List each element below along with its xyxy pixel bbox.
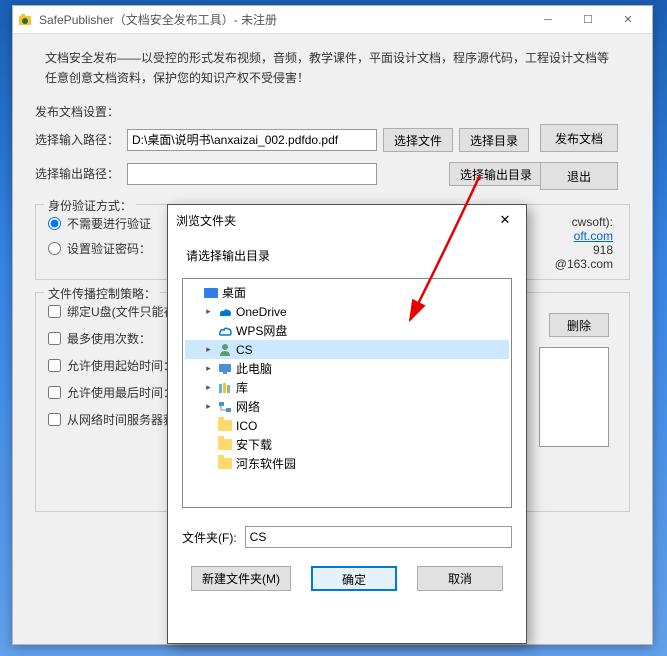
titlebar[interactable]: SafePublisher（文档安全发布工具）- 未注册 ─ ☐ ✕ [13,6,652,34]
tree-item-库[interactable]: ▸库 [185,378,509,397]
dialog-title: 浏览文件夹 [176,212,492,229]
ok-button[interactable]: 确定 [311,566,397,591]
output-path-label: 选择输出路径： [35,165,121,182]
tree-item-此电脑[interactable]: ▸ 此电脑 [185,359,509,378]
folder-tree[interactable]: 桌面▸OneDriveWPS网盘▸CS▸此电脑▸库▸网络ICO安下载河东软件园 [182,278,512,508]
spread-legend: 文件传播控制策略： [44,285,160,302]
folder-field[interactable] [245,526,512,548]
tree-item-OneDrive[interactable]: ▸ OneDrive [185,302,509,321]
net-icon [217,400,233,414]
tree-label: 河东软件园 [236,455,296,472]
intro-line-2: 任意创意文档资料，保护您的知识产权不受侵害！ [45,68,630,88]
dialog-titlebar[interactable]: 浏览文件夹 ✕ [168,205,526,235]
tree-item-河东软件园[interactable]: 河东软件园 [185,454,509,473]
expander-icon[interactable] [189,287,200,298]
select-output-dir-button[interactable]: 选择输出目录 [449,162,543,186]
dialog-instruction: 请选择输出目录 [186,247,512,264]
publish-section-label: 发布文档设置： [35,103,630,120]
tree-item-桌面[interactable]: 桌面 [185,283,509,302]
folder-icon [217,438,233,452]
cancel-button[interactable]: 取消 [417,566,503,591]
dialog-body: 请选择输出目录 桌面▸OneDriveWPS网盘▸CS▸此电脑▸库▸网络ICO安… [168,235,526,601]
new-folder-button[interactable]: 新建文件夹(M) [191,566,291,591]
dialog-close-button[interactable]: ✕ [492,210,518,230]
folder-field-label: 文件夹(F): [182,529,237,546]
expander-icon[interactable]: ▸ [203,306,214,317]
auth-fieldset: 身份验证方式： 不需要进行验证 设置验证密码： [35,204,185,280]
select-file-button[interactable]: 选择文件 [383,128,453,152]
radio-no-auth-input[interactable] [48,217,61,230]
close-button[interactable]: ✕ [608,8,648,32]
expander-icon[interactable]: ▸ [203,363,214,374]
onedrive-icon [217,305,233,319]
expander-icon[interactable] [203,458,214,469]
list-box[interactable] [539,347,609,447]
tree-item-WPS网盘[interactable]: WPS网盘 [185,321,509,340]
radio-no-auth[interactable]: 不需要进行验证 [48,215,172,232]
input-path-label: 选择输入路径： [35,131,121,148]
browse-folder-dialog: 浏览文件夹 ✕ 请选择输出目录 桌面▸OneDriveWPS网盘▸CS▸此电脑▸… [167,204,527,644]
pc-icon [217,362,233,376]
folder-icon [217,419,233,433]
delete-button[interactable]: 删除 [549,313,609,337]
right-buttons: 发布文档 退出 [540,124,628,190]
app-icon [17,12,33,28]
expander-icon[interactable] [203,325,214,336]
tree-item-ICO[interactable]: ICO [185,416,509,435]
input-path-field[interactable] [127,129,377,151]
tree-label: CS [236,343,253,357]
tree-label: WPS网盘 [236,322,287,339]
maximize-button[interactable]: ☐ [568,8,608,32]
tree-label: 安下载 [236,436,272,453]
user-icon [217,343,233,357]
desktop-icon [203,286,219,300]
intro-text: 文档安全发布——以受控的形式发布视频，音频，教学课件，平面设计文档，程序源代码，… [35,48,630,89]
expander-icon[interactable]: ▸ [203,382,214,393]
radio-set-pwd-input[interactable] [48,242,61,255]
output-path-field[interactable] [127,163,377,185]
tree-item-CS[interactable]: ▸ CS [185,340,509,359]
tree-item-网络[interactable]: ▸ 网络 [185,397,509,416]
dialog-buttons: 新建文件夹(M) 确定 取消 [182,566,512,591]
libs-icon [217,381,233,395]
auth-legend: 身份验证方式： [44,197,136,214]
radio-set-pwd[interactable]: 设置验证密码： [48,240,172,257]
tree-label: ICO [236,419,257,433]
window-controls: ─ ☐ ✕ [528,8,648,32]
tree-label: 网络 [236,398,260,415]
folder-field-row: 文件夹(F): [182,526,512,548]
exit-button[interactable]: 退出 [540,162,618,190]
tree-label: OneDrive [236,305,287,319]
publish-doc-button[interactable]: 发布文档 [540,124,618,152]
tree-label: 桌面 [222,284,246,301]
wps-icon [217,324,233,338]
expander-icon[interactable] [203,439,214,450]
window-title: SafePublisher（文档安全发布工具）- 未注册 [39,11,528,28]
tree-item-安下载[interactable]: 安下载 [185,435,509,454]
tree-label: 库 [236,379,248,396]
expander-icon[interactable]: ▸ [203,401,214,412]
tree-label: 此电脑 [236,360,272,377]
expander-icon[interactable]: ▸ [203,344,214,355]
minimize-button[interactable]: ─ [528,8,568,32]
intro-line-1: 文档安全发布——以受控的形式发布视频，音频，教学课件，平面设计文档，程序源代码，… [45,48,630,68]
select-dir-button[interactable]: 选择目录 [459,128,529,152]
expander-icon[interactable] [203,420,214,431]
folder-icon [217,457,233,471]
